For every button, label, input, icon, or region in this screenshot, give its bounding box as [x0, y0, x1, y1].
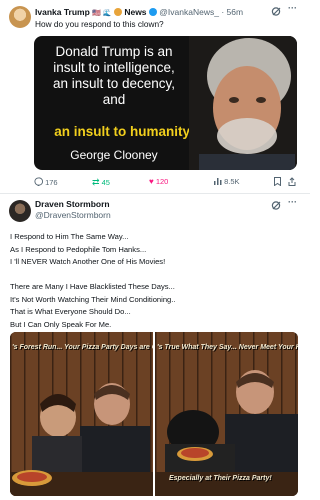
- verified-icon: [113, 8, 122, 16]
- like-button[interactable]: ♥ 120: [149, 177, 168, 186]
- handle[interactable]: @IvankaNews_: [159, 7, 219, 17]
- bookmark-button[interactable]: [274, 177, 281, 188]
- text-line: I 'll NEVER Watch Another One of His Mov…: [10, 257, 166, 266]
- bookmark-icon: [274, 177, 281, 187]
- post-text: How do you respond to this clown?: [35, 19, 164, 29]
- share-icon: [288, 177, 296, 186]
- post-image-clooney[interactable]: Donald Trump is an insult to intelligenc…: [34, 36, 297, 170]
- quote-line: insult to intelligence,: [53, 60, 175, 75]
- display-name[interactable]: Ivanka Trump: [35, 7, 90, 17]
- post-header: Draven Stormborn: [35, 199, 110, 209]
- views-button[interactable]: 8.5K: [214, 177, 240, 186]
- display-name[interactable]: Draven Stormborn: [35, 199, 110, 209]
- image-panel-left[interactable]: 's Forest Run... Your Pizza Party Days a…: [10, 332, 153, 496]
- share-button[interactable]: [288, 177, 296, 188]
- quote-highlight: an insult to humanity.: [54, 124, 193, 139]
- post-header: Ivanka Trump 🇺🇸 🌊 News @IvankaNews_ · 56…: [35, 7, 243, 17]
- avatar-ivanka[interactable]: [9, 6, 31, 28]
- more-icon[interactable]: ···: [288, 197, 297, 207]
- handle[interactable]: @DravenStormborn: [35, 210, 111, 220]
- view-count: 8.5K: [224, 177, 240, 186]
- scene-left: [10, 332, 153, 496]
- reply-icon: [34, 177, 43, 187]
- text-line: There are Many I Have Blacklisted These …: [10, 282, 175, 291]
- views-icon: [214, 178, 222, 185]
- image-panel-right[interactable]: 's True What They Say... Never Meet Your…: [155, 332, 298, 496]
- repost-button[interactable]: ⇄ 45: [92, 177, 110, 188]
- text-line: That is What Everyone Should Do...: [10, 307, 131, 316]
- quote-line: and: [102, 92, 126, 107]
- post-text: I Respond to Him The Same Way... As I Re…: [10, 231, 176, 331]
- post-ivanka[interactable]: Ivanka Trump 🇺🇸 🌊 News @IvankaNews_ · 56…: [0, 0, 310, 195]
- name-emojis: 🇺🇸 🌊: [92, 10, 112, 17]
- text-line: But I Can Only Speak For Me.: [10, 319, 112, 329]
- grok-icon[interactable]: [271, 6, 282, 19]
- heart-icon: ♥: [149, 177, 154, 186]
- action-bar: 176 ⇄ 45 ♥ 120 8.5K: [34, 177, 297, 189]
- quote-line: an insult to decency,: [52, 76, 176, 91]
- quote-block: Donald Trump is an insult to intelligenc…: [34, 44, 194, 108]
- clooney-portrait: [189, 36, 297, 170]
- grok-icon[interactable]: [271, 200, 282, 213]
- quote-attribution: George Clooney: [70, 148, 158, 162]
- avatar-draven[interactable]: [9, 200, 31, 222]
- caption-right-bottom: Especially at Their Pizza Party!: [169, 475, 272, 482]
- like-count: 120: [155, 177, 169, 186]
- verified-icon: [148, 8, 157, 16]
- quote-line: Donald Trump is an: [55, 44, 173, 59]
- caption-left: 's Forest Run... Your Pizza Party Days a…: [12, 344, 153, 351]
- scene-right: [155, 332, 298, 496]
- reply-button[interactable]: 176: [34, 177, 58, 187]
- post-image-grid: 's Forest Run... Your Pizza Party Days a…: [10, 332, 298, 496]
- repost-icon: ⇄: [92, 177, 100, 187]
- news-badge: News: [124, 7, 147, 17]
- more-icon[interactable]: ···: [288, 3, 297, 13]
- text-line: I Respond to Him The Same Way...: [10, 232, 129, 241]
- reply-count: 176: [45, 178, 58, 187]
- timestamp[interactable]: · 56m: [221, 7, 243, 17]
- caption-right: 's True What They Say... Never Meet Your…: [157, 344, 298, 351]
- text-line: As I Respond to Pedophile Tom Hanks...: [10, 244, 147, 254]
- repost-count: 45: [101, 178, 110, 187]
- text-line: It's Not Worth Watching Their Mind Condi…: [10, 294, 176, 304]
